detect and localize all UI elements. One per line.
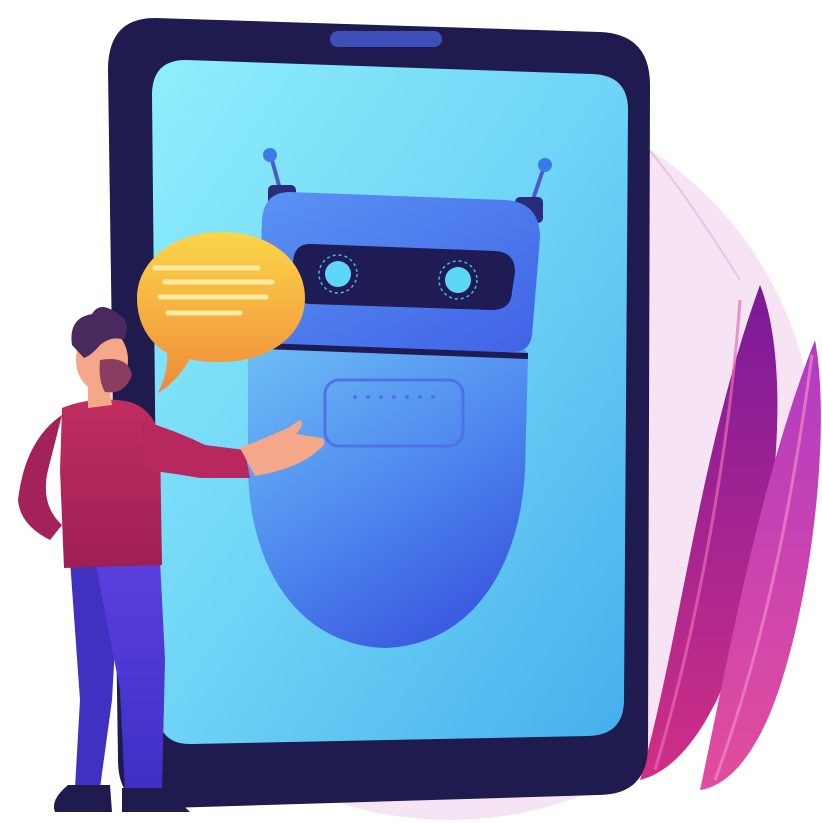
tablet-speaker [330,31,442,47]
robot-eye-left [325,261,351,287]
robot-eye-right [445,267,471,293]
chatbot-illustration [18,18,821,820]
shoe-left [53,785,112,812]
illustration-canvas [0,0,822,823]
